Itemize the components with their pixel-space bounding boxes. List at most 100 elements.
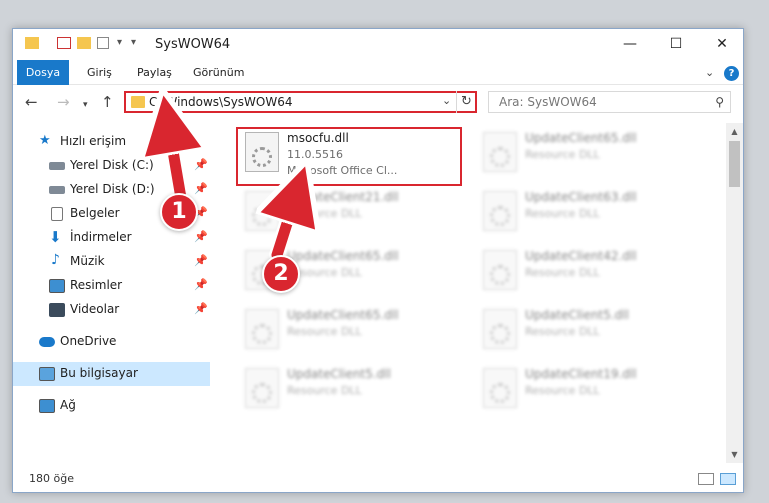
file-item[interactable]: UpdateClient21.dll Resource DLL — [236, 186, 461, 242]
network-icon — [39, 399, 55, 413]
callout-badge-1: 1 — [160, 193, 198, 231]
sidebar-item-label: Yerel Disk (D:) — [70, 182, 155, 196]
sidebar-item-music[interactable]: ♪ Müzik 📌 — [13, 250, 210, 274]
file-item[interactable]: UpdateClient63.dll Resource DLL — [474, 186, 699, 242]
file-type: Resource DLL — [525, 207, 600, 220]
vertical-scrollbar[interactable]: ▲ ▼ — [726, 123, 743, 463]
file-item[interactable]: UpdateClient19.dll Resource DLL — [474, 363, 699, 419]
chevron-down-icon[interactable]: ⌄ — [442, 94, 451, 107]
tiles-view-icon[interactable] — [720, 473, 736, 485]
sidebar-item-label: Resimler — [70, 278, 123, 292]
videos-icon — [49, 303, 65, 317]
new-folder-icon[interactable] — [77, 37, 91, 49]
file-type: Resource DLL — [287, 207, 362, 220]
pin-icon[interactable]: 📌 — [194, 302, 208, 315]
dll-file-icon — [483, 250, 517, 290]
sidebar-item-label: OneDrive — [60, 334, 117, 348]
sidebar-item-local-disk-c[interactable]: Yerel Disk (C:) 📌 — [13, 154, 210, 178]
file-list: msocfu.dll 11.0.5516 Microsoft Office Cl… — [213, 123, 725, 463]
sidebar-item-label: Ağ — [60, 398, 76, 412]
sidebar-item-videos[interactable]: Videolar 📌 — [13, 298, 210, 322]
sidebar-item-label: Müzik — [70, 254, 105, 268]
search-box[interactable]: Ara: SysWOW64 ⚲ — [488, 91, 731, 113]
explorer-window: ▾ ▾ SysWOW64 — ☐ ✕ Dosya Giriş Paylaş Gö… — [12, 28, 744, 493]
sidebar-item-label: Bu bilgisayar — [60, 366, 138, 380]
maximize-button[interactable]: ☐ — [653, 29, 699, 60]
file-name: UpdateClient21.dll — [287, 190, 399, 204]
up-arrow-icon[interactable]: ↑ — [101, 94, 114, 110]
scroll-thumb[interactable] — [729, 141, 740, 187]
chevron-down-icon[interactable]: ▾ — [117, 37, 122, 53]
sidebar-item-label: Hızlı erişim — [60, 134, 127, 148]
cloud-icon — [39, 337, 55, 347]
pin-icon[interactable]: 📌 — [194, 158, 208, 171]
documents-icon — [51, 207, 63, 221]
star-icon: ★ — [39, 133, 51, 148]
file-item[interactable]: UpdateClient65.dll Resource DLL — [474, 127, 699, 183]
scroll-up-icon[interactable]: ▲ — [726, 123, 743, 140]
ribbon-tabs: Dosya Giriş Paylaş Görünüm ⌄ ? — [13, 60, 743, 85]
address-bar[interactable]: C:\Windows\SysWOW64 ⌄ ↻ — [124, 91, 477, 113]
sidebar-item-label: Belgeler — [70, 206, 120, 220]
drive-icon — [49, 186, 65, 194]
sidebar-item-label: Videolar — [70, 302, 120, 316]
file-item[interactable]: UpdateClient42.dll Resource DLL — [474, 245, 699, 301]
window-title: SysWOW64 — [155, 37, 231, 52]
file-item[interactable]: UpdateClient5.dll Resource DLL — [236, 363, 461, 419]
refresh-icon[interactable]: ↻ — [456, 91, 476, 113]
customize-toolbar-icon[interactable] — [97, 37, 109, 49]
properties-icon[interactable] — [57, 37, 71, 49]
pin-icon[interactable]: 📌 — [194, 230, 208, 243]
details-view-icon[interactable] — [698, 473, 714, 485]
file-name: UpdateClient63.dll — [525, 190, 637, 204]
back-arrow-icon[interactable]: ← — [25, 94, 38, 110]
close-button[interactable]: ✕ — [699, 29, 743, 60]
dll-file-icon — [483, 309, 517, 349]
file-name: UpdateClient65.dll — [287, 249, 399, 263]
minimize-button[interactable]: — — [607, 29, 653, 60]
tab-share[interactable]: Paylaş — [137, 60, 172, 85]
folder-icon — [25, 37, 39, 49]
file-item[interactable]: UpdateClient5.dll Resource DLL — [474, 304, 699, 360]
pin-icon[interactable]: 📌 — [194, 182, 208, 195]
title-bar: ▾ ▾ SysWOW64 — ☐ ✕ — [13, 29, 743, 60]
recent-locations-icon[interactable]: ▾ — [83, 97, 88, 113]
pictures-icon — [49, 279, 65, 293]
drive-icon — [49, 162, 65, 170]
download-icon: ⬇ — [49, 228, 62, 246]
search-icon[interactable]: ⚲ — [715, 95, 724, 109]
folder-icon — [131, 96, 145, 108]
dll-file-icon — [245, 191, 279, 231]
sidebar-item-label: İndirmeler — [70, 230, 132, 244]
sidebar-item-pictures[interactable]: Resimler 📌 — [13, 274, 210, 298]
pin-icon[interactable]: 📌 — [194, 278, 208, 291]
tab-home[interactable]: Giriş — [87, 60, 112, 85]
pin-icon[interactable]: 📌 — [194, 254, 208, 267]
scroll-down-icon[interactable]: ▼ — [726, 446, 743, 463]
help-button[interactable]: ? — [724, 66, 739, 81]
sidebar-item-network[interactable]: Ağ — [13, 394, 210, 418]
address-path[interactable]: C:\Windows\SysWOW64 — [149, 95, 293, 109]
dll-file-icon — [483, 368, 517, 408]
navigation-pane: ★ Hızlı erişim Yerel Disk (C:) 📌 Yerel D… — [13, 123, 210, 463]
dll-file-icon — [245, 368, 279, 408]
search-input[interactable]: Ara: SysWOW64 — [499, 95, 597, 109]
quick-access-dropdown-icon[interactable]: ▾ — [131, 37, 136, 53]
forward-arrow-icon[interactable]: → — [57, 94, 70, 110]
dll-file-icon — [483, 132, 517, 172]
tab-view[interactable]: Görünüm — [193, 60, 244, 85]
file-item[interactable]: UpdateClient65.dll Resource DLL — [236, 304, 461, 360]
callout-badge-2: 2 — [262, 255, 300, 293]
file-type: Resource DLL — [525, 384, 600, 397]
file-name: UpdateClient65.dll — [525, 131, 637, 145]
file-type: Resource DLL — [287, 384, 362, 397]
item-count: 180 öğe — [29, 472, 74, 485]
sidebar-item-onedrive[interactable]: OneDrive — [13, 330, 210, 354]
sidebar-item-quick-access[interactable]: ★ Hızlı erişim — [13, 130, 210, 154]
expand-ribbon-icon[interactable]: ⌄ — [705, 66, 714, 79]
dll-file-icon — [483, 191, 517, 231]
sidebar-item-this-pc[interactable]: Bu bilgisayar — [13, 362, 210, 386]
computer-icon — [39, 367, 55, 381]
file-name: UpdateClient19.dll — [525, 367, 637, 381]
tab-file[interactable]: Dosya — [17, 60, 69, 85]
